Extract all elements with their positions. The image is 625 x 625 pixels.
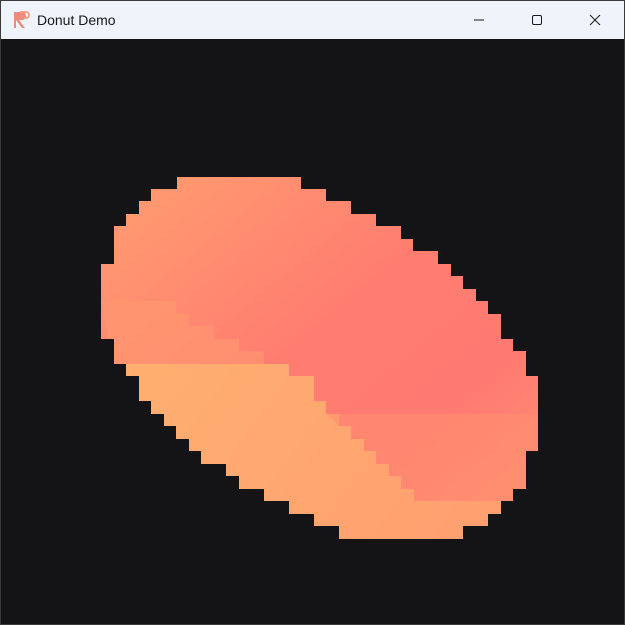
window-title: Donut Demo (37, 12, 116, 28)
app-window: Donut Demo (0, 0, 625, 625)
donut-render (101, 177, 538, 539)
close-icon (589, 14, 601, 26)
minimize-icon (474, 19, 484, 21)
app-logo-icon (10, 9, 32, 31)
maximize-icon (532, 15, 542, 25)
minimize-button[interactable] (450, 1, 508, 39)
close-button[interactable] (566, 1, 624, 39)
render-viewport[interactable] (1, 39, 624, 624)
title-bar[interactable]: Donut Demo (1, 1, 624, 39)
maximize-button[interactable] (508, 1, 566, 39)
window-controls (450, 1, 624, 39)
